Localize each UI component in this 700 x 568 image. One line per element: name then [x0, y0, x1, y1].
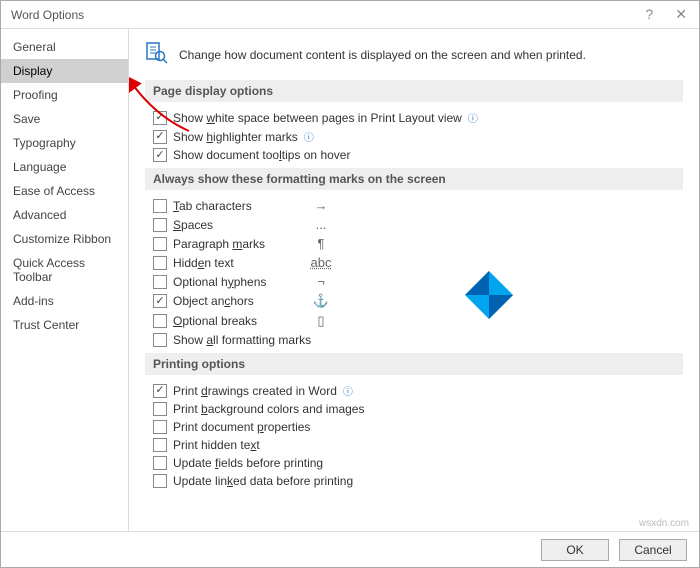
symbol: ... [309, 217, 333, 232]
option-row: Show document tooltips on hover [153, 148, 683, 162]
option-row: Optional breaks ▯ [153, 313, 683, 329]
watermark: wsxdn.com [639, 518, 689, 529]
help-button[interactable]: ? [639, 6, 659, 23]
checkbox[interactable] [153, 199, 167, 213]
option-label[interactable]: Optional hyphens [173, 275, 303, 289]
option-row: Object anchors ⚓ [153, 293, 683, 309]
sidebar: GeneralDisplayProofingSaveTypographyLang… [1, 29, 129, 531]
checkbox[interactable] [153, 474, 167, 488]
option-row: Update fields before printing [153, 456, 683, 470]
word-options-dialog: Word Options ? ✕ GeneralDisplayProofingS… [0, 0, 700, 568]
intro: Change how document content is displayed… [145, 41, 683, 68]
window-title: Word Options [11, 8, 84, 22]
option-label[interactable]: Update fields before printing [173, 456, 323, 470]
checkbox[interactable] [153, 294, 167, 308]
sidebar-item-save[interactable]: Save [1, 107, 128, 131]
checkbox[interactable] [153, 237, 167, 251]
sidebar-item-typography[interactable]: Typography [1, 131, 128, 155]
option-label[interactable]: Show all formatting marks [173, 333, 311, 347]
info-icon[interactable]: ⓘ [304, 129, 314, 144]
checkbox[interactable] [153, 275, 167, 289]
checkbox[interactable] [153, 384, 167, 398]
info-icon[interactable]: ⓘ [468, 110, 478, 125]
checkbox[interactable] [153, 333, 167, 347]
sidebar-item-customize-ribbon[interactable]: Customize Ribbon [1, 227, 128, 251]
symbol: ¶ [309, 236, 333, 251]
option-label[interactable]: Show white space between pages in Print … [173, 111, 462, 125]
option-row: Tab characters → [153, 198, 683, 213]
group-header: Printing options [145, 353, 683, 375]
ok-button[interactable]: OK [541, 539, 609, 561]
window-buttons: ? ✕ [639, 6, 693, 23]
sidebar-item-language[interactable]: Language [1, 155, 128, 179]
sidebar-item-ease-of-access[interactable]: Ease of Access [1, 179, 128, 203]
symbol: ▯ [309, 313, 333, 329]
checkbox[interactable] [153, 256, 167, 270]
option-row: Print drawings created in Word ⓘ [153, 383, 683, 398]
titlebar: Word Options ? ✕ [1, 1, 699, 29]
sidebar-item-proofing[interactable]: Proofing [1, 83, 128, 107]
checkbox[interactable] [153, 111, 167, 125]
option-row: Print document properties [153, 420, 683, 434]
main-panel: Change how document content is displayed… [129, 29, 699, 531]
option-row: Show highlighter marks ⓘ [153, 129, 683, 144]
sidebar-item-trust-center[interactable]: Trust Center [1, 313, 128, 337]
option-label[interactable]: Tab characters [173, 199, 303, 213]
sidebar-item-add-ins[interactable]: Add-ins [1, 289, 128, 313]
checkbox[interactable] [153, 148, 167, 162]
option-row: Show all formatting marks [153, 333, 683, 347]
checkbox[interactable] [153, 218, 167, 232]
symbol: abc [309, 255, 333, 270]
dialog-body: GeneralDisplayProofingSaveTypographyLang… [1, 29, 699, 531]
cancel-button[interactable]: Cancel [619, 539, 687, 561]
checkbox[interactable] [153, 438, 167, 452]
option-row: Print hidden text [153, 438, 683, 452]
symbol: → [309, 198, 333, 213]
option-label[interactable]: Print hidden text [173, 438, 260, 452]
checkbox[interactable] [153, 456, 167, 470]
checkbox[interactable] [153, 402, 167, 416]
option-label[interactable]: Paragraph marks [173, 237, 303, 251]
checkbox[interactable] [153, 130, 167, 144]
option-row: Paragraph marks ¶ [153, 236, 683, 251]
option-label[interactable]: Print drawings created in Word [173, 384, 337, 398]
symbol: ⚓ [309, 293, 333, 309]
option-row: Spaces... [153, 217, 683, 232]
option-label[interactable]: Hidden text [173, 256, 303, 270]
option-row: Update linked data before printing [153, 474, 683, 488]
info-icon[interactable]: ⓘ [343, 383, 353, 398]
option-row: Show white space between pages in Print … [153, 110, 683, 125]
option-label[interactable]: Update linked data before printing [173, 474, 353, 488]
sidebar-item-general[interactable]: General [1, 35, 128, 59]
option-row: Hidden text abc [153, 255, 683, 270]
option-label[interactable]: Show highlighter marks [173, 130, 298, 144]
sidebar-item-quick-access-toolbar[interactable]: Quick Access Toolbar [1, 251, 128, 289]
option-label[interactable]: Show document tooltips on hover [173, 148, 350, 162]
display-options-icon [145, 41, 169, 68]
groups-container: Page display options Show white space bet… [145, 80, 683, 488]
checkbox[interactable] [153, 314, 167, 328]
option-label[interactable]: Print document properties [173, 420, 310, 434]
option-label[interactable]: Spaces [173, 218, 303, 232]
symbol: ¬ [309, 274, 333, 289]
option-label[interactable]: Object anchors [173, 294, 303, 308]
option-row: Print background colors and images [153, 402, 683, 416]
option-label[interactable]: Optional breaks [173, 314, 303, 328]
footer: OK Cancel [1, 531, 699, 567]
checkbox[interactable] [153, 420, 167, 434]
sidebar-item-advanced[interactable]: Advanced [1, 203, 128, 227]
group-header: Always show these formatting marks on th… [145, 168, 683, 190]
close-button[interactable]: ✕ [669, 6, 693, 23]
sidebar-item-display[interactable]: Display [1, 59, 128, 83]
group-header: Page display options [145, 80, 683, 102]
option-row: Optional hyphens ¬ [153, 274, 683, 289]
option-label[interactable]: Print background colors and images [173, 402, 364, 416]
intro-text: Change how document content is displayed… [179, 48, 586, 62]
